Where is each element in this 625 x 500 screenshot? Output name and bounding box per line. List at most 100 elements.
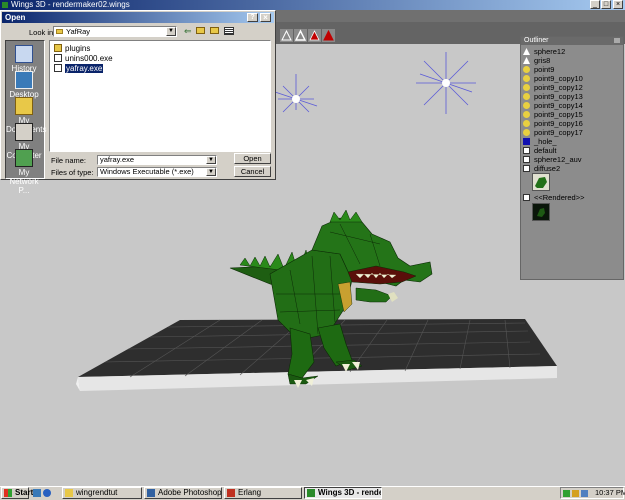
rendered-thumbnail[interactable] [532,203,550,221]
outliner-item[interactable]: point9_copy16 [523,119,583,128]
outliner-item[interactable]: _hole_ [523,137,557,146]
desktop-quick-icon[interactable] [33,489,41,497]
app-icon [2,2,8,8]
outliner-close-icon[interactable] [614,38,620,43]
file-name-field[interactable]: yafray.exe ▼ [97,155,217,165]
open-dialog: Open ? × Look in: YafRay ▼ ⇐ History Des… [0,10,276,195]
file-item[interactable]: unins000.exe [54,53,113,63]
cancel-button[interactable]: Cancel [234,166,271,177]
taskbar-item[interactable]: Erlang [224,487,302,499]
up-folder-icon[interactable] [196,27,205,34]
system-tray: 10:37 PM [560,487,625,499]
point-light-icon [523,66,530,73]
outliner-item-label: point9_copy12 [534,83,583,92]
vertex-mode-icon[interactable] [280,29,293,42]
point-light-icon [523,75,530,82]
taskbar-item[interactable]: wingrendtut [62,487,142,499]
taskbar-item-active[interactable]: Wings 3D - rendermak... [304,487,382,499]
view-menu-icon[interactable] [224,27,234,35]
windows-logo-icon [4,489,12,497]
material-icon [523,156,530,163]
files-of-type-value: Windows Executable (*.exe) [100,167,194,176]
outliner-item[interactable]: <<Rendered>> [523,193,584,202]
wings-icon [307,489,315,497]
selection-mode-toolbar [280,29,336,43]
exe-icon [54,64,62,72]
texture-thumbnail[interactable] [532,173,550,191]
taskbar-item-label: Erlang [238,488,262,497]
exe-icon [54,54,62,62]
outliner-item[interactable]: sphere12_auv [523,155,582,164]
point-light-icon [523,111,530,118]
outliner-item[interactable]: point9_copy17 [523,128,583,137]
new-folder-icon[interactable] [210,27,219,34]
places-my-network[interactable]: My Network P... [6,149,42,195]
point-light-icon [523,84,530,91]
outliner-item[interactable]: default [523,146,557,155]
window-title: Wings 3D - rendermaker02.wings [11,0,130,9]
material-icon [523,147,530,154]
taskbar-item-label: wingrendtut [76,488,118,497]
taskbar-item-label: Wings 3D - rendermak... [318,488,381,497]
outliner-item[interactable]: sphere12 [523,47,565,56]
outliner-item-label: point9_copy17 [534,128,583,137]
tray-network-icon[interactable] [563,490,570,497]
outliner-item-label: point9_copy14 [534,101,583,110]
outliner-item[interactable]: diffuse2 [523,164,560,173]
point-light-right[interactable] [416,52,476,114]
outliner-item[interactable]: gris8 [523,56,550,65]
outliner-item[interactable]: point9_copy14 [523,101,583,110]
start-button[interactable]: Start [1,487,33,499]
help-button[interactable]: ? [247,13,258,22]
chevron-down-icon[interactable]: ▼ [166,27,176,36]
face-mode-icon[interactable] [308,29,321,42]
dialog-close-button[interactable]: × [260,13,271,22]
maximize-button[interactable]: □ [601,0,611,9]
tray-status-icon[interactable] [581,490,588,497]
outliner-item[interactable]: point9_copy15 [523,110,583,119]
back-icon[interactable]: ⇐ [184,27,192,36]
places-label: My Network P... [9,168,39,195]
chevron-down-icon[interactable]: ▼ [206,168,216,176]
edge-mode-icon[interactable] [294,29,307,42]
outliner-item-label: point9_copy16 [534,119,583,128]
file-name-value: yafray.exe [100,155,135,164]
point-light-icon [523,102,530,109]
minimize-button[interactable]: _ [590,0,600,9]
outliner-item-label: default [534,146,557,155]
dialog-title-bar[interactable]: Open ? × [2,12,274,23]
file-name: unins000.exe [65,53,113,63]
outliner-item[interactable]: point9_copy10 [523,74,583,83]
places-desktop[interactable]: Desktop [6,71,42,99]
outliner-panel: Outliner sphere12 gris8 point9 point9_co… [520,36,624,280]
outliner-item[interactable]: point9 [523,65,554,74]
file-item-selected[interactable]: yafray.exe [54,63,104,73]
nav-toolbar: ⇐ [184,25,244,37]
outliner-item[interactable]: point9_copy13 [523,92,583,101]
taskbar-item[interactable]: Adobe Photoshop [144,487,222,499]
chevron-down-icon[interactable]: ▼ [206,156,216,164]
material-icon [523,165,530,172]
files-of-type-dropdown[interactable]: Windows Executable (*.exe) ▼ [97,167,217,177]
open-button[interactable]: Open [234,153,271,164]
outliner-title-bar[interactable]: Outliner [521,37,623,45]
point-light-left[interactable] [274,74,318,113]
places-history[interactable]: History [6,45,42,73]
light-icon [523,57,530,64]
file-list[interactable]: plugins unins000.exe yafray.exe [49,40,271,152]
browser-quick-icon[interactable] [43,489,51,497]
file-item[interactable]: plugins [54,43,90,53]
light-icon [523,48,530,55]
tray-volume-icon[interactable] [572,490,579,497]
body-mode-icon[interactable] [322,29,335,42]
folder-icon [54,44,62,52]
clock: 10:37 PM [595,488,625,497]
close-window-button[interactable]: × [613,0,623,9]
computer-icon [15,123,33,141]
outliner-item-label: point9 [534,65,555,74]
outliner-item-label: point9_copy13 [534,92,583,101]
outliner-item[interactable]: point9_copy12 [523,83,583,92]
look-in-dropdown[interactable]: YafRay ▼ [53,26,177,37]
main-title-bar[interactable]: Wings 3D - rendermaker02.wings _ □ × [0,0,625,10]
file-name-label: File name: [51,156,87,165]
